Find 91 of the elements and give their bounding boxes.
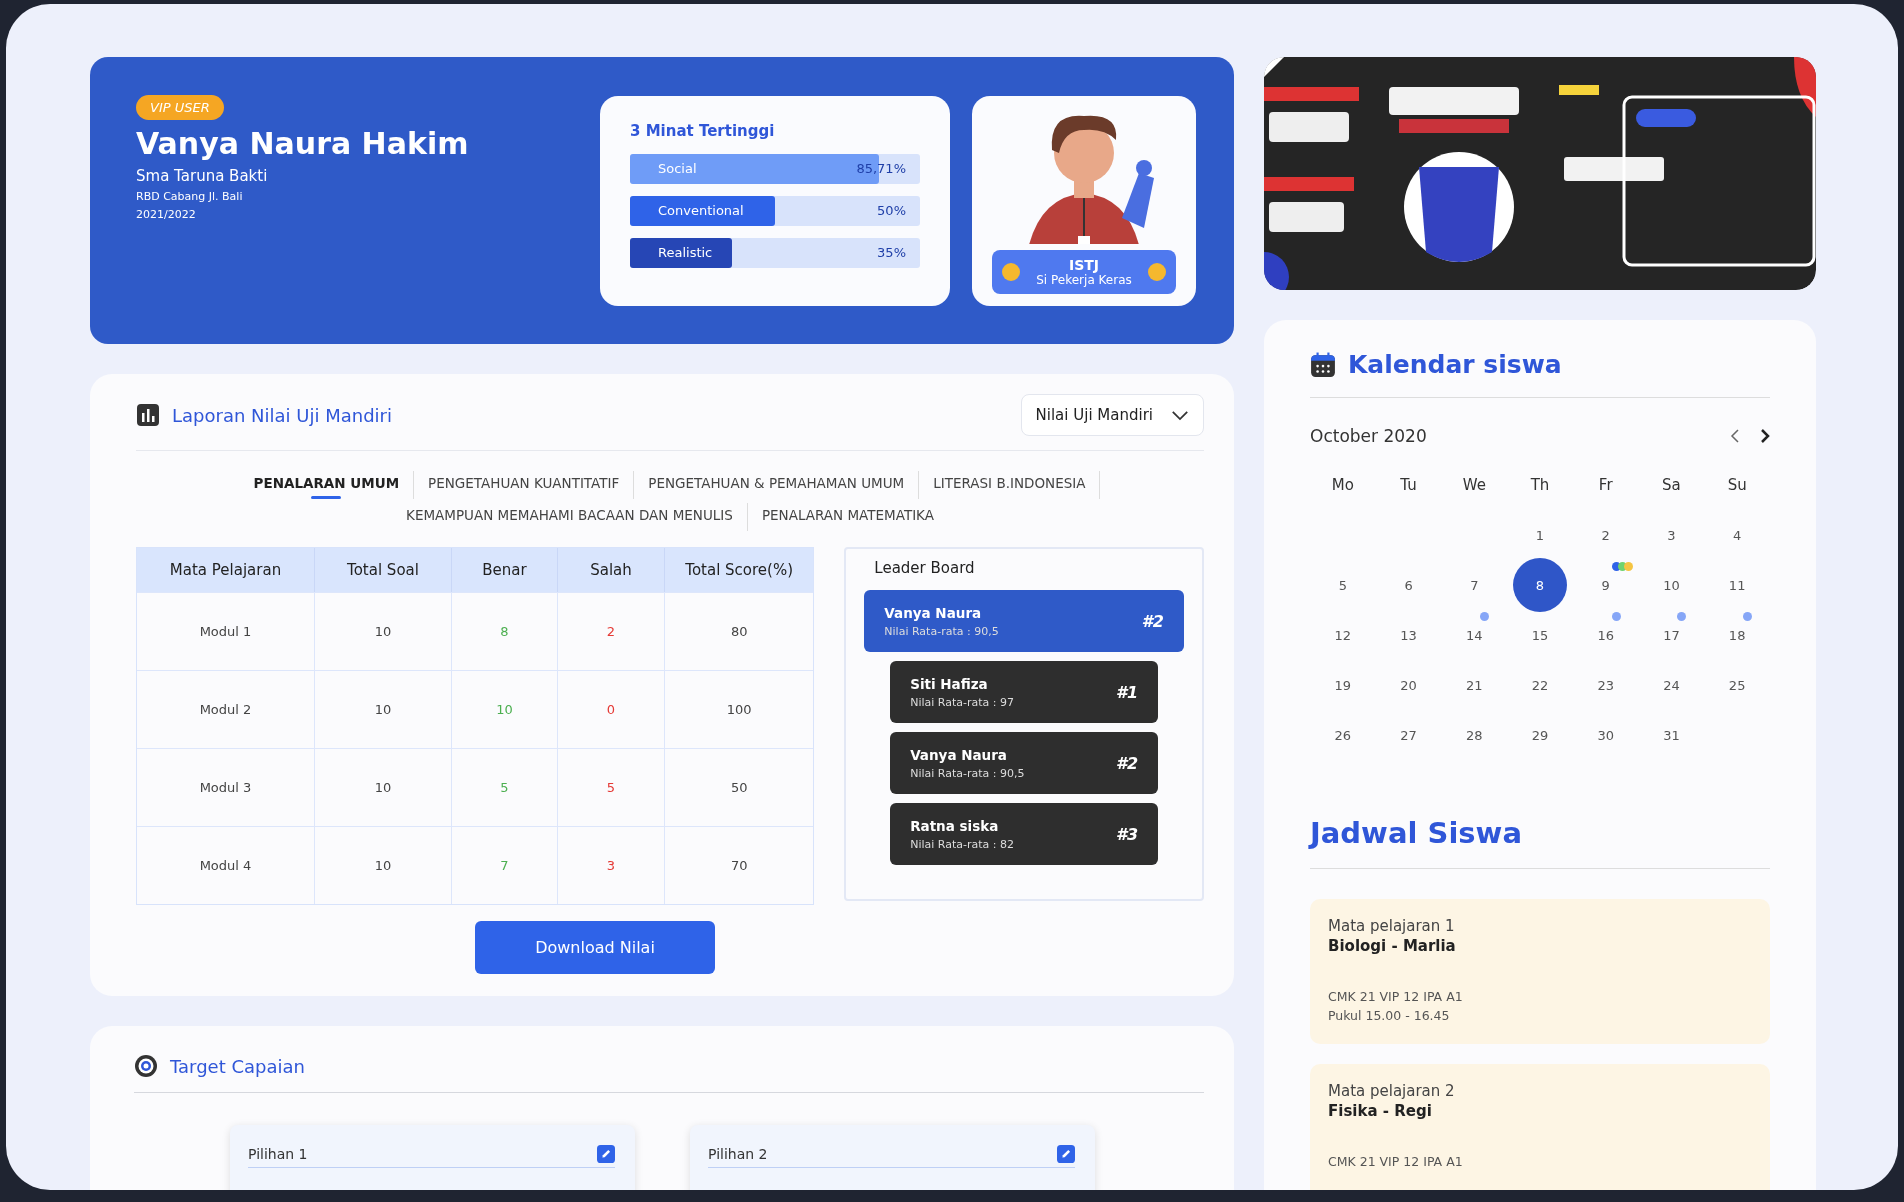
subject-tab[interactable]: PENGETAHUAN & PEMAHAMAN UMUM (634, 471, 920, 499)
weekday-label: Fr (1597, 475, 1614, 496)
personality-subtitle: Si Pekerja Keras (1036, 272, 1132, 287)
report-dropdown[interactable]: Nilai Uji Mandiri (1020, 394, 1204, 436)
school-name: Sma Taruna Bakti (136, 167, 268, 185)
interest-percentage: 35% (877, 245, 906, 260)
leaderboard-name: Vanya Naura (884, 604, 983, 621)
leaderboard-name: Vanya Naura (910, 746, 1008, 763)
leaderboard-rank: #2 (1141, 611, 1164, 631)
bar-chart-icon (136, 403, 160, 427)
weekday-label: Su (1726, 475, 1748, 496)
table-cell: 5 (452, 749, 558, 826)
table-cell: 10 (315, 671, 452, 748)
weekday-label: Th (1529, 475, 1551, 496)
table-cell: 10 (315, 749, 452, 826)
chevron-down-icon (1171, 409, 1189, 421)
column-header: Mata Pelajaran (137, 548, 315, 592)
schedule-room: CMK 21 VIP 12 IPA A1 (1328, 1154, 1464, 1169)
subject-tab[interactable]: LITERASI B.INDONESIA (919, 471, 1101, 499)
table-cell: 0 (558, 671, 665, 748)
leaderboard-score: Nilai Rata-rata : 90,5 (910, 766, 1025, 780)
report-title: Laporan Nilai Uji Mandiri (172, 404, 392, 426)
calendar-icon (1310, 351, 1336, 378)
table-cell: 3 (558, 827, 665, 904)
leaderboard-name: Ratna siska (910, 817, 1000, 834)
subject-tab[interactable]: PENALARAN MATEMATIKA (747, 503, 948, 531)
branch-text: RBD Cabang Jl. Bali (136, 190, 243, 203)
subject-tab[interactable]: KEMAMPUAN MEMAHAMI BACAAN DAN MENULIS (392, 503, 748, 531)
table-cell: 7 (452, 827, 558, 904)
schedule-title: Jadwal Siswa (1310, 816, 1523, 850)
weekday-label: Sa (1661, 475, 1682, 496)
target-title: Target Capaian (170, 1055, 305, 1077)
leaderboard-rank: #3 (1115, 824, 1139, 844)
year-text: 2021/2022 (136, 208, 196, 221)
edit-icon[interactable] (1057, 1145, 1075, 1163)
leaderboard-score: Nilai Rata-rata : 82 (910, 837, 1014, 851)
subject-tab[interactable]: PENALARAN UMUM (239, 471, 415, 499)
column-header: Total Soal (315, 548, 452, 592)
calendar-title: Kalendar siswa (1348, 350, 1562, 379)
table-cell: 2 (558, 593, 665, 670)
month-label: October 2020 (1310, 426, 1427, 446)
weekday-label: Mo (1330, 475, 1355, 496)
leaderboard-score: Nilai Rata-rata : 97 (910, 695, 1014, 709)
coin-icon (1148, 262, 1166, 281)
leaderboard-score: Nilai Rata-rata : 90,5 (884, 624, 999, 638)
column-header: Benar (452, 548, 558, 592)
choice-label: Pilihan 1 (248, 1146, 308, 1162)
table-cell-text: 70 (729, 857, 749, 875)
table-cell: 8 (452, 593, 558, 670)
subject-tab[interactable]: PENGETAHUAN KUANTITATIF (414, 471, 635, 499)
table-cell: 10 (315, 593, 452, 670)
table-cell: Modul 3 (137, 749, 315, 826)
schedule-label: Mata pelajaran 2 (1328, 1082, 1456, 1100)
column-header: Salah (558, 548, 665, 592)
schedule-room: CMK 21 VIP 12 IPA A1 (1328, 989, 1464, 1004)
choice-label: Pilihan 2 (708, 1146, 768, 1162)
interests-title: 3 Minat Tertinggi (630, 121, 776, 140)
schedule-subject: Fisika - Regi (1328, 1102, 1433, 1120)
edit-icon[interactable] (597, 1145, 615, 1163)
table-cell: Modul 1 (137, 593, 315, 670)
vip-badge: VIP USER (136, 95, 224, 120)
schedule-time: Pukul 15.00 - 16.45 (1328, 1008, 1451, 1023)
schedule-subject: Biologi - Marlia (1328, 937, 1457, 955)
weekday-label: Tu (1399, 475, 1418, 496)
leaderboard-rank: #2 (1115, 753, 1139, 773)
interest-label: Conventional (658, 203, 744, 218)
weekday-label: We (1461, 475, 1487, 496)
table-cell-text: 50 (729, 779, 749, 797)
table-cell: Modul 2 (137, 671, 315, 748)
table-cell: 10 (452, 671, 558, 748)
table-cell: 10 (315, 827, 452, 904)
personality-code: ISTJ (1068, 256, 1100, 273)
coin-icon (1002, 262, 1020, 281)
interest-percentage: 50% (877, 203, 906, 218)
interest-label: Realistic (658, 245, 713, 260)
table-cell-text: 100 (725, 701, 753, 719)
table-cell: 5 (558, 749, 665, 826)
chevron-right-icon[interactable] (1760, 428, 1770, 444)
download-button[interactable]: Download Nilai (475, 921, 715, 974)
student-name: Vanya Naura Hakim (136, 126, 469, 161)
schedule-label: Mata pelajaran 1 (1328, 917, 1456, 935)
calendar-day[interactable]: 8 (1513, 558, 1567, 612)
table-cell: Modul 4 (137, 827, 315, 904)
leaderboard-rank: #1 (1115, 682, 1139, 702)
table-cell-text: 80 (729, 623, 749, 641)
column-header: Total Score(%) (684, 560, 795, 581)
interest-label: Social (658, 161, 697, 176)
leaderboard-title: Leader Board (874, 559, 975, 577)
chevron-left-icon[interactable] (1730, 428, 1740, 444)
leaderboard-name: Siti Hafiza (910, 675, 989, 692)
target-icon (134, 1054, 158, 1078)
